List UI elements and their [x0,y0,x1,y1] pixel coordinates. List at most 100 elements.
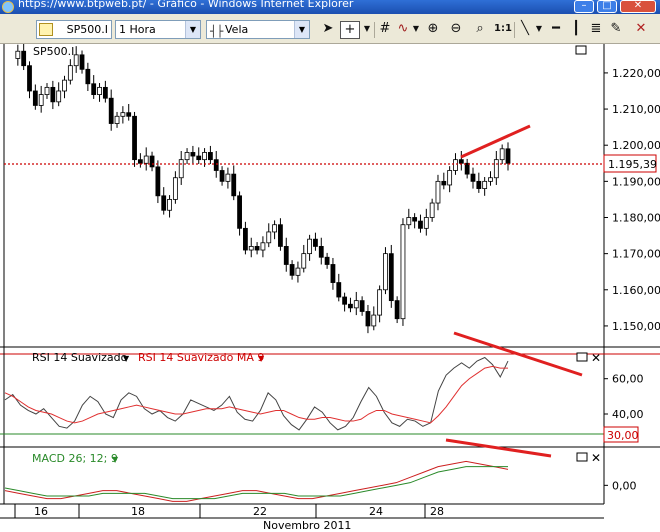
grid-icon[interactable]: # [378,21,392,39]
delete-drawings-icon[interactable]: ✕ [630,21,652,39]
zoom-out-icon[interactable]: ⊖ [448,21,464,39]
symbol-select[interactable]: SP500.I [36,20,112,39]
candle-down [27,65,32,92]
candle-down [313,238,318,247]
candle-down [21,50,27,67]
rsi-panel-close-icon[interactable]: ✕ [591,351,601,365]
rsi-label[interactable]: RSI 14 Suavizado [32,351,128,364]
chart-type-value: Vela [225,23,249,36]
chart-svg: SP500.I 1.195,39 1.220,00 1.210,00 1.200,0… [0,42,660,532]
price-y-label: 1.210,00 [612,103,660,116]
candle-down [149,155,155,168]
price-y-label: 1.170,00 [612,248,660,261]
candle-up [429,202,435,218]
candle-down [219,170,225,182]
pointer-icon[interactable]: ➤ [321,21,335,39]
candle-up [225,173,231,182]
candle-down [412,217,418,222]
horizontal-line-icon[interactable]: ━ [549,21,563,39]
price-panel-maximize-button[interactable] [575,45,587,55]
chart-area: SP500.I 1.195,39 1.220,00 1.210,00 1.200,0… [0,42,660,532]
macd-panel-close-icon[interactable]: ✕ [591,451,601,465]
macd-dropdown-icon[interactable]: ▼ [112,455,119,464]
fibonacci-icon[interactable]: ≣ [589,21,603,39]
price-y-label: 1.220,00 [612,67,660,80]
chart-type-select[interactable]: ┤├ Vela ▼ [206,20,310,39]
zoom-search-icon[interactable]: ⌕ [472,21,488,39]
x-tick-label: 18 [131,505,145,518]
candle-down [348,303,353,309]
crosshair-dropdown-icon[interactable]: ▼ [363,21,371,39]
x-tick-label: 24 [369,505,383,518]
period-select[interactable]: 1 Hora ▼ [115,20,201,39]
rsi-threshold-value: 30,00 [607,429,639,442]
price-y-label: 1.190,00 [612,175,660,188]
rsi-panel-maximize-button[interactable] [576,352,588,362]
candle-up [202,152,207,161]
vertical-line-icon[interactable]: ┃ [569,21,583,39]
candle-down [91,83,97,96]
trendline-icon[interactable]: ╲ [518,21,532,39]
candle-up [38,94,44,106]
candle-down [394,300,400,320]
rsi-label-dropdown-icon[interactable]: ▼ [123,354,130,363]
candle-down [254,246,260,251]
zoom-reset-button[interactable]: 1:1 [494,21,512,39]
price-y-label: 1.160,00 [612,284,660,297]
rsi-y-label: 60,00 [612,373,644,386]
rsi-ma-label[interactable]: RSI 14 Suavizado MA 9 [138,351,264,364]
candle-up [482,180,488,189]
candle-down [336,282,342,298]
candle-up [423,217,429,229]
crosshair-icon[interactable]: + [340,21,360,39]
macd-panel-maximize-button[interactable] [576,452,588,462]
close-window-button[interactable]: ✕ [620,0,656,13]
candle-down [213,159,219,171]
macd-y-label: 0,00 [612,479,637,492]
candle-up [295,267,301,276]
candle-down [388,253,394,302]
candle-down [126,112,132,117]
candle-down [155,166,161,197]
candle-down [196,155,202,161]
rsi-ma-dropdown-icon[interactable]: ▼ [258,354,265,363]
maximize-button[interactable]: □ [597,0,617,13]
candle-up [383,253,388,291]
candle-up [435,180,441,204]
candle-down [231,173,237,197]
ie-icon [2,1,14,13]
candle-down [505,148,511,164]
candle-down [318,246,324,258]
candle-down [289,264,295,276]
text-tool-icon[interactable]: ✎ [609,21,623,39]
candle-up [266,231,272,244]
candle-up [447,170,453,186]
candle-up [73,54,79,67]
price-y-label: 1.200,00 [612,139,660,152]
candle-up [272,224,277,233]
candle-up [167,199,172,211]
candle-down [278,224,283,247]
symbol-value: SP500.I [66,23,108,36]
indicator-dropdown-icon[interactable]: ▼ [412,21,420,39]
candle-down [283,246,289,265]
zoom-in-icon[interactable]: ⊕ [425,21,441,39]
trendline-dropdown-icon[interactable]: ▼ [535,21,543,39]
x-axis-month-label: Novembro 2011 [263,519,351,532]
indicator-icon[interactable]: ∿ [395,21,411,39]
chevron-down-icon[interactable]: ▼ [294,21,309,38]
candle-up [301,253,307,269]
candle-down [161,195,167,211]
candle-up [120,112,126,117]
candle-down [32,90,38,106]
candle-up [172,177,178,200]
minimize-button[interactable]: – [574,0,594,13]
candle-up [143,155,149,164]
chevron-down-icon[interactable]: ▼ [185,21,200,38]
candle-up [114,115,120,124]
candle-up [67,65,73,81]
candle-down [476,180,482,189]
rsi-y-label: 40,00 [612,408,644,421]
candle-down [85,68,91,85]
macd-label[interactable]: MACD 26; 12; 9 [32,452,118,465]
